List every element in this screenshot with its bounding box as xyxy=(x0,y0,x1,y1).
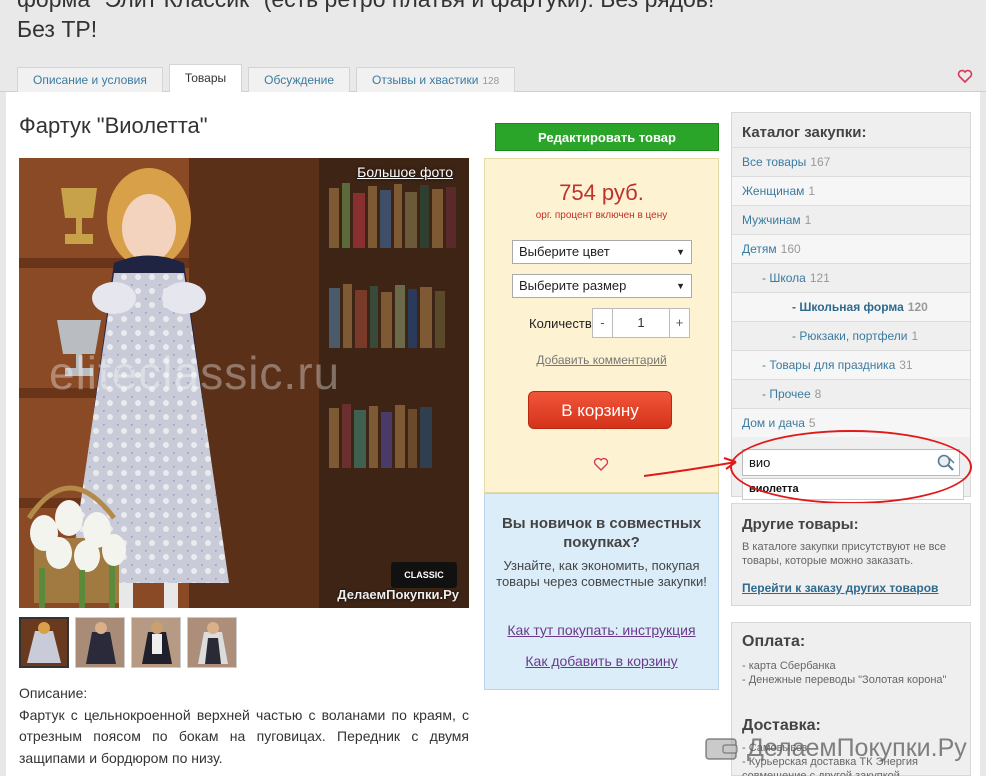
description-label: Описание: xyxy=(19,685,88,701)
price: 754 руб. xyxy=(559,180,644,205)
price-panel: 754 руб. орг. процент включен в цену Выб… xyxy=(484,158,719,493)
tab-discussion[interactable]: Обсуждение xyxy=(248,67,351,92)
product-photo[interactable]: Большое фото eliteclassic.ru CLASSIC Дел… xyxy=(19,158,469,608)
heart-icon[interactable] xyxy=(593,456,609,472)
payment-item: - карта Сбербанка xyxy=(742,660,836,672)
edit-product-button[interactable]: Редактировать товар xyxy=(495,123,719,151)
search-icon[interactable] xyxy=(936,453,956,473)
quantity-input[interactable]: 1 xyxy=(613,309,669,337)
page-header: форма "Элит Классик" (есть ретро платья … xyxy=(0,0,986,92)
payment-list: - карта Сбербанка - Денежные переводы "З… xyxy=(742,659,967,687)
site-watermark: ДелаемПокупки.Ру xyxy=(705,731,986,765)
price-note: орг. процент включен в цену xyxy=(535,210,668,221)
payment-item: - Денежные переводы "Золотая корона" xyxy=(742,674,947,686)
watermark-text: ДелаемПокупки.Ру xyxy=(747,733,967,762)
classic-logo: CLASSIC xyxy=(391,562,457,588)
reviews-count: 128 xyxy=(482,76,500,87)
add-comment-link[interactable]: Добавить комментарий xyxy=(485,353,718,367)
thumbnail-4[interactable] xyxy=(187,617,237,668)
catalog-panel: Каталог закупки: Все товары 167 Женщинам 1… xyxy=(731,112,971,497)
tab-description[interactable]: Описание и условия xyxy=(17,67,163,92)
thumbnail-1[interactable] xyxy=(19,617,69,668)
dropdown-arrow-icon: ▼ xyxy=(676,281,685,291)
search-suggestion[interactable]: виолетта xyxy=(742,478,964,500)
catalog-item-school-uniform[interactable]: - Школьная форма 120 xyxy=(732,292,970,321)
description-text: Фартук с цельнокроенной верхней частью с… xyxy=(19,706,469,766)
catalog-search-input[interactable]: вио xyxy=(742,449,960,476)
catalog-item-home[interactable]: Дом и дача 5 xyxy=(732,408,970,437)
annotation-arrow xyxy=(643,457,737,477)
photo-site-badge: ДелаемПокупки.Ру xyxy=(337,587,459,602)
catalog-item-men[interactable]: Мужчинам 1 xyxy=(732,205,970,234)
tab-products[interactable]: Товары xyxy=(168,64,243,92)
purchase-title: форма "Элит Классик" (есть ретро платья … xyxy=(17,0,714,42)
thumbnail-3[interactable] xyxy=(131,617,181,668)
other-products-panel: Другие товары: В каталоге закупки присут… xyxy=(731,503,971,606)
size-select[interactable]: Выберите размер ▼ xyxy=(512,274,692,298)
color-select[interactable]: Выберите цвет ▼ xyxy=(512,240,692,264)
tabs-bar: Описание и условия Товары Обсуждение Отз… xyxy=(17,64,521,92)
catalog-item-backpacks[interactable]: - Рюкзаки, портфели 1 xyxy=(732,321,970,350)
catalog-item-school[interactable]: - Школа 121 xyxy=(732,263,970,292)
newbie-panel: Вы новичок в совместных покупках? Узнайт… xyxy=(484,493,719,690)
newbie-text: Узнайте, как экономить, покупая товары ч… xyxy=(496,558,707,589)
other-products-title: Другие товары: xyxy=(742,516,859,533)
quantity-stepper: - 1 + xyxy=(592,308,690,338)
add-to-cart-button[interactable]: В корзину xyxy=(528,391,672,429)
thumbnail-2[interactable] xyxy=(75,617,125,668)
thumbnail-strip xyxy=(19,617,237,668)
catalog-item-other[interactable]: - Прочее 8 xyxy=(732,379,970,408)
quantity-plus-button[interactable]: + xyxy=(669,309,689,337)
order-other-products-link[interactable]: Перейти к заказу других товаров xyxy=(742,581,938,595)
heart-icon[interactable] xyxy=(957,68,973,84)
wallet-icon xyxy=(705,738,738,760)
payment-title: Оплата: xyxy=(742,633,806,650)
catalog-item-women[interactable]: Женщинам 1 xyxy=(732,176,970,205)
product-title: Фартук "Виолетта" xyxy=(19,113,208,138)
how-to-add-cart-link[interactable]: Как добавить в корзину xyxy=(485,653,718,669)
catalog-item-all[interactable]: Все товары 167 xyxy=(732,147,970,176)
other-products-text: В каталоге закупки присутствуют не все т… xyxy=(742,541,946,567)
catalog-item-holiday[interactable]: - Товары для праздника 31 xyxy=(732,350,970,379)
quantity-minus-button[interactable]: - xyxy=(593,309,613,337)
tab-reviews[interactable]: Отзывы и хвастики 128 xyxy=(356,67,516,92)
product-description: Описание: Фартук с цельнокроенной верхне… xyxy=(19,683,469,769)
newbie-title: Вы новичок в совместных покупках? xyxy=(501,515,702,551)
catalog-item-kids[interactable]: Детям 160 xyxy=(732,234,970,263)
dropdown-arrow-icon: ▼ xyxy=(676,247,685,257)
how-to-buy-link[interactable]: Как тут покупать: инструкция xyxy=(485,622,718,638)
photo-watermark: eliteclassic.ru xyxy=(49,347,341,399)
catalog-title: Каталог закупки: xyxy=(742,124,867,141)
big-photo-link[interactable]: Большое фото xyxy=(357,164,453,180)
